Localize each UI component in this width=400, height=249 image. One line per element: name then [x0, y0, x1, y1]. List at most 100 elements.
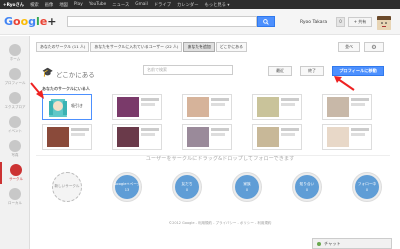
graduation-cap-icon: 🎓: [42, 68, 54, 78]
sort-button[interactable]: 並べ: [338, 42, 360, 52]
filter-recent-button[interactable]: 最近: [268, 66, 292, 76]
circle-count: 0: [365, 188, 369, 192]
topbar-item-images[interactable]: 画像: [45, 2, 54, 8]
person-thumbnail: [257, 97, 279, 117]
sidebar-item-profile[interactable]: プロフィール: [0, 66, 30, 88]
topbar-item-drive[interactable]: ドライブ: [154, 2, 171, 8]
topbar-item-news[interactable]: ニュース: [112, 2, 129, 8]
avatar-face-icon: [377, 16, 391, 30]
topbar-item-youtube[interactable]: YouTube: [89, 2, 106, 7]
new-circle-drop-target[interactable]: 新しいサークル: [52, 172, 82, 202]
person-subtitle: [211, 133, 225, 136]
tab-somewhere[interactable]: どこかにある: [215, 42, 248, 52]
notification-count[interactable]: 0: [336, 17, 345, 27]
sidebar-item-label: プロフィール: [4, 81, 26, 85]
tab-have-you-in-circles[interactable]: あなたをサークルに入れているユーザー (22 人): [90, 42, 183, 52]
gear-icon: ⚙: [371, 43, 377, 51]
profile-icon: [9, 68, 21, 80]
search-button[interactable]: [257, 16, 275, 27]
person-thumbnail: [257, 127, 279, 147]
person-card[interactable]: [322, 124, 372, 150]
person-thumbnail: [187, 127, 209, 147]
person-name: [71, 128, 89, 131]
person-card[interactable]: [42, 124, 92, 150]
person-card[interactable]: [182, 124, 232, 150]
chat-label: チャット: [324, 240, 341, 246]
sidebar-item-explore[interactable]: エクスプロア: [0, 90, 30, 112]
filter-end-button[interactable]: 終了: [300, 66, 324, 76]
sidebar-item-label: イベント: [8, 129, 22, 133]
sidebar-item-photos[interactable]: 写真: [0, 138, 30, 160]
topbar-item-calendar[interactable]: カレンダー: [177, 2, 198, 8]
person-thumbnail: [117, 97, 139, 117]
explore-icon: [9, 92, 21, 104]
online-status-icon: [317, 241, 321, 246]
name-search-input[interactable]: 名前で検索: [143, 65, 233, 75]
settings-button[interactable]: ⚙: [364, 42, 384, 52]
circle-friends[interactable]: 友だち 0: [172, 172, 202, 202]
topbar-item-more[interactable]: もっと見る ▾: [205, 2, 230, 8]
topbar-item-play[interactable]: Play: [74, 2, 83, 7]
photos-icon: [9, 140, 21, 152]
home-icon: [9, 44, 21, 56]
go-to-profile-button[interactable]: プロフィールに移動: [332, 66, 384, 76]
circle-inner: 友だち 0: [175, 175, 199, 199]
circle-inner: 家族 0: [235, 175, 259, 199]
person-name: [211, 98, 229, 101]
header: Google+ Ryoo Takara 0 + 共有: [0, 9, 400, 35]
person-name: [141, 128, 159, 131]
person-card[interactable]: [252, 94, 302, 120]
avatar[interactable]: [377, 16, 391, 30]
person-subtitle: [281, 103, 295, 106]
topbar-item-gmail[interactable]: Gmail: [135, 2, 148, 7]
circle-name: 友だち: [181, 182, 193, 186]
circle-name: 知り合い: [299, 182, 315, 186]
local-icon: [9, 188, 21, 200]
sidebar-item-local[interactable]: ローカル: [0, 186, 30, 208]
topbar-item-maps[interactable]: 地図: [59, 2, 68, 8]
sidebar-item-events[interactable]: イベント: [0, 114, 30, 136]
person-thumbnail: [327, 97, 349, 117]
circle-count: 13: [124, 188, 130, 192]
circle-google-pages[interactable]: Google+ページ 13: [112, 172, 142, 202]
person-thumbnail: [47, 127, 69, 147]
sidebar-item-label: サークル: [9, 177, 23, 181]
sidebar-item-home[interactable]: ホーム: [0, 42, 30, 64]
sidebar-item-label: ローカル: [8, 201, 22, 205]
person-subtitle: [71, 133, 85, 136]
person-thumbnail: [47, 97, 69, 117]
person-card[interactable]: 吸引き: [42, 94, 92, 120]
tab-added-you[interactable]: あなたを追加: [183, 42, 215, 52]
sidebar-item-label: 写真: [11, 153, 19, 157]
search-input[interactable]: [67, 16, 257, 27]
circle-inner: Google+ページ 13: [113, 175, 141, 199]
sidebar-item-circles[interactable]: サークル: [0, 162, 30, 184]
topbar-item-profile[interactable]: +Ryoさん: [3, 2, 24, 8]
person-card[interactable]: [112, 94, 162, 120]
person-card[interactable]: [252, 124, 302, 150]
circle-following[interactable]: フォロー中 0: [352, 172, 382, 202]
person-subtitle: [281, 133, 295, 136]
circle-acquaintances[interactable]: 知り合い 0: [292, 172, 322, 202]
person-name: [281, 98, 299, 101]
person-thumbnail: [117, 127, 139, 147]
circle-name: Google+ページ: [113, 182, 141, 186]
user-name[interactable]: Ryoo Takara: [300, 20, 327, 25]
person-thumbnail: [187, 97, 209, 117]
circle-count: 0: [245, 188, 249, 192]
person-card[interactable]: [182, 94, 232, 120]
person-name: [351, 128, 369, 131]
section-label: あなたのサークルにいる人: [42, 86, 90, 91]
tab-your-circles[interactable]: あなたのサークル (11 人): [36, 42, 90, 52]
circle-count: 0: [305, 188, 309, 192]
chat-bar[interactable]: チャット: [312, 238, 392, 249]
google-plus-logo[interactable]: Google+: [4, 15, 57, 28]
topbar-item-search[interactable]: 検索: [30, 2, 39, 8]
search-icon: [263, 18, 269, 25]
person-card[interactable]: [112, 124, 162, 150]
person-card[interactable]: [322, 94, 372, 120]
circle-family[interactable]: 家族 0: [232, 172, 262, 202]
sidebar-item-label: エクスプロア: [4, 105, 26, 109]
share-button[interactable]: + 共有: [348, 17, 372, 27]
events-icon: [9, 116, 21, 128]
